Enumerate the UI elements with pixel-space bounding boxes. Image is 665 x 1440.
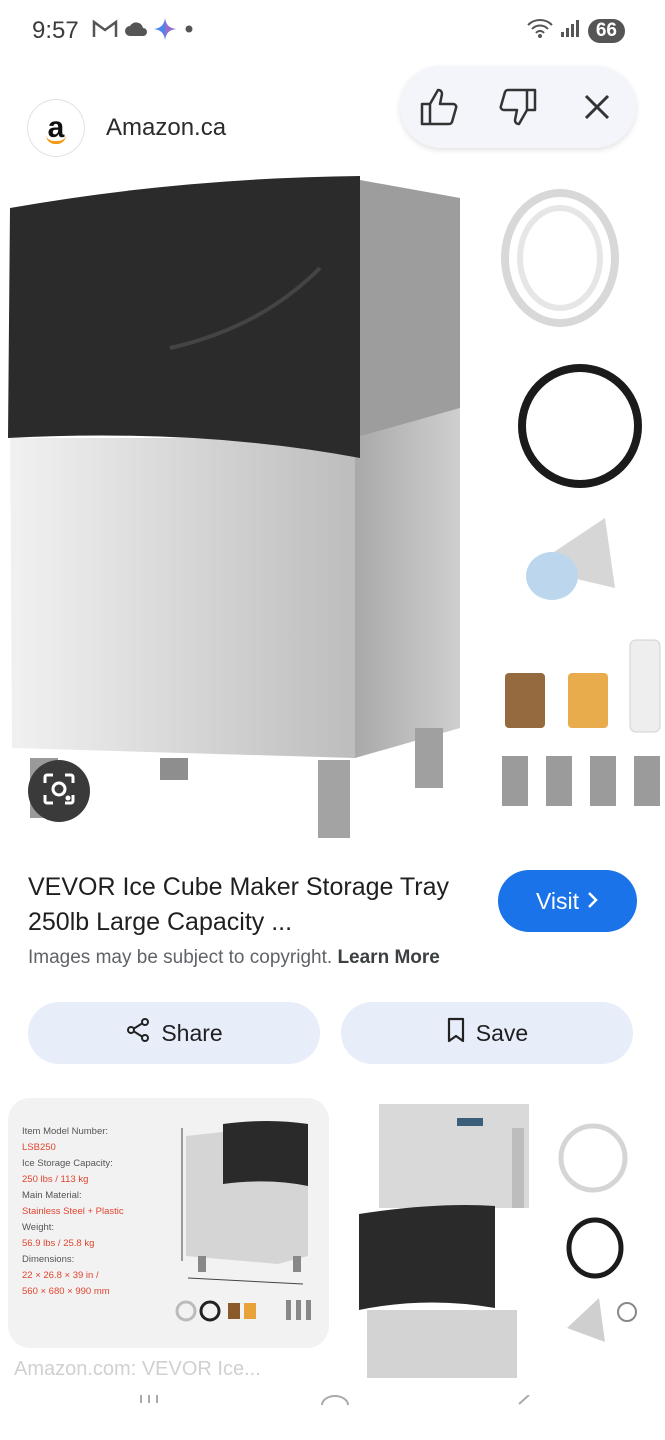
- visit-label: Visit: [535, 887, 580, 914]
- related-card-ice-maker[interactable]: [337, 1098, 657, 1378]
- close-icon[interactable]: [573, 83, 621, 131]
- lens-icon: [42, 772, 76, 811]
- chevron-right-icon: [587, 888, 599, 915]
- spec-list: Item Model Number: LSB250 Ice Storage Ca…: [22, 1124, 162, 1300]
- spec-value: 22 × 26.8 × 39 in /: [22, 1270, 99, 1281]
- spec-key: Main Material:: [22, 1190, 82, 1201]
- card1-product-image: [175, 1121, 311, 1322]
- spec-key: Dimensions:: [22, 1254, 75, 1265]
- back-icon[interactable]: [515, 1392, 531, 1410]
- share-icon: [125, 1017, 151, 1049]
- gmail-icon: [92, 19, 118, 44]
- battery-indicator: 66: [587, 18, 625, 43]
- status-bar: 9:57 66: [0, 0, 665, 62]
- card2-product-image: [337, 1098, 657, 1378]
- feedback-pill: [400, 66, 636, 148]
- spec-key: Ice Storage Capacity:: [22, 1158, 113, 1169]
- cloud-icon: [124, 20, 148, 43]
- spec-key: Weight:: [22, 1222, 55, 1233]
- status-right-icons: 66: [526, 17, 625, 44]
- wifi-icon: [526, 17, 554, 44]
- lens-search-button[interactable]: [28, 760, 90, 822]
- spec-value: LSB250: [22, 1142, 56, 1153]
- learn-more-link[interactable]: Learn More: [337, 947, 439, 968]
- share-label: Share: [161, 1019, 223, 1046]
- system-nav-bar: [0, 1392, 665, 1440]
- bookmark-icon: [446, 1017, 466, 1049]
- spec-key: Item Model Number:: [22, 1126, 109, 1137]
- recents-icon[interactable]: [138, 1392, 162, 1410]
- home-icon[interactable]: [320, 1392, 350, 1410]
- gemini-icon: [154, 18, 176, 45]
- status-left-icons: [92, 18, 196, 45]
- thumbs-up-icon[interactable]: [415, 83, 463, 131]
- save-label: Save: [475, 1019, 529, 1046]
- related-card-specs[interactable]: Item Model Number: LSB250 Ice Storage Ca…: [8, 1098, 329, 1348]
- thumbs-down-icon[interactable]: [494, 83, 542, 131]
- related-caption[interactable]: Amazon.com: VEVOR Ice...: [14, 1358, 261, 1381]
- source-row[interactable]: a Amazon.ca: [28, 100, 226, 156]
- source-name: Amazon.ca: [106, 114, 227, 141]
- result-title[interactable]: VEVOR Ice Cube Maker Storage Tray 250lb …: [28, 870, 468, 940]
- spec-value: 56.9 lbs / 25.8 kg: [22, 1238, 95, 1249]
- amazon-logo: a: [28, 100, 84, 156]
- share-button[interactable]: Share: [28, 1002, 320, 1064]
- product-image[interactable]: [0, 168, 665, 848]
- dot-icon: [182, 22, 196, 41]
- save-button[interactable]: Save: [341, 1002, 633, 1064]
- visit-button[interactable]: Visit: [498, 870, 637, 932]
- spec-value: Stainless Steel + Plastic: [22, 1206, 124, 1217]
- copyright-notice: Images may be subject to copyright. Lear…: [28, 947, 440, 969]
- status-time: 9:57: [32, 17, 79, 44]
- spec-value: 560 × 680 × 990 mm: [22, 1286, 110, 1297]
- copyright-text: Images may be subject to copyright.: [28, 947, 333, 968]
- spec-value: 250 lbs / 113 kg: [22, 1174, 89, 1185]
- signal-icon: [560, 18, 582, 43]
